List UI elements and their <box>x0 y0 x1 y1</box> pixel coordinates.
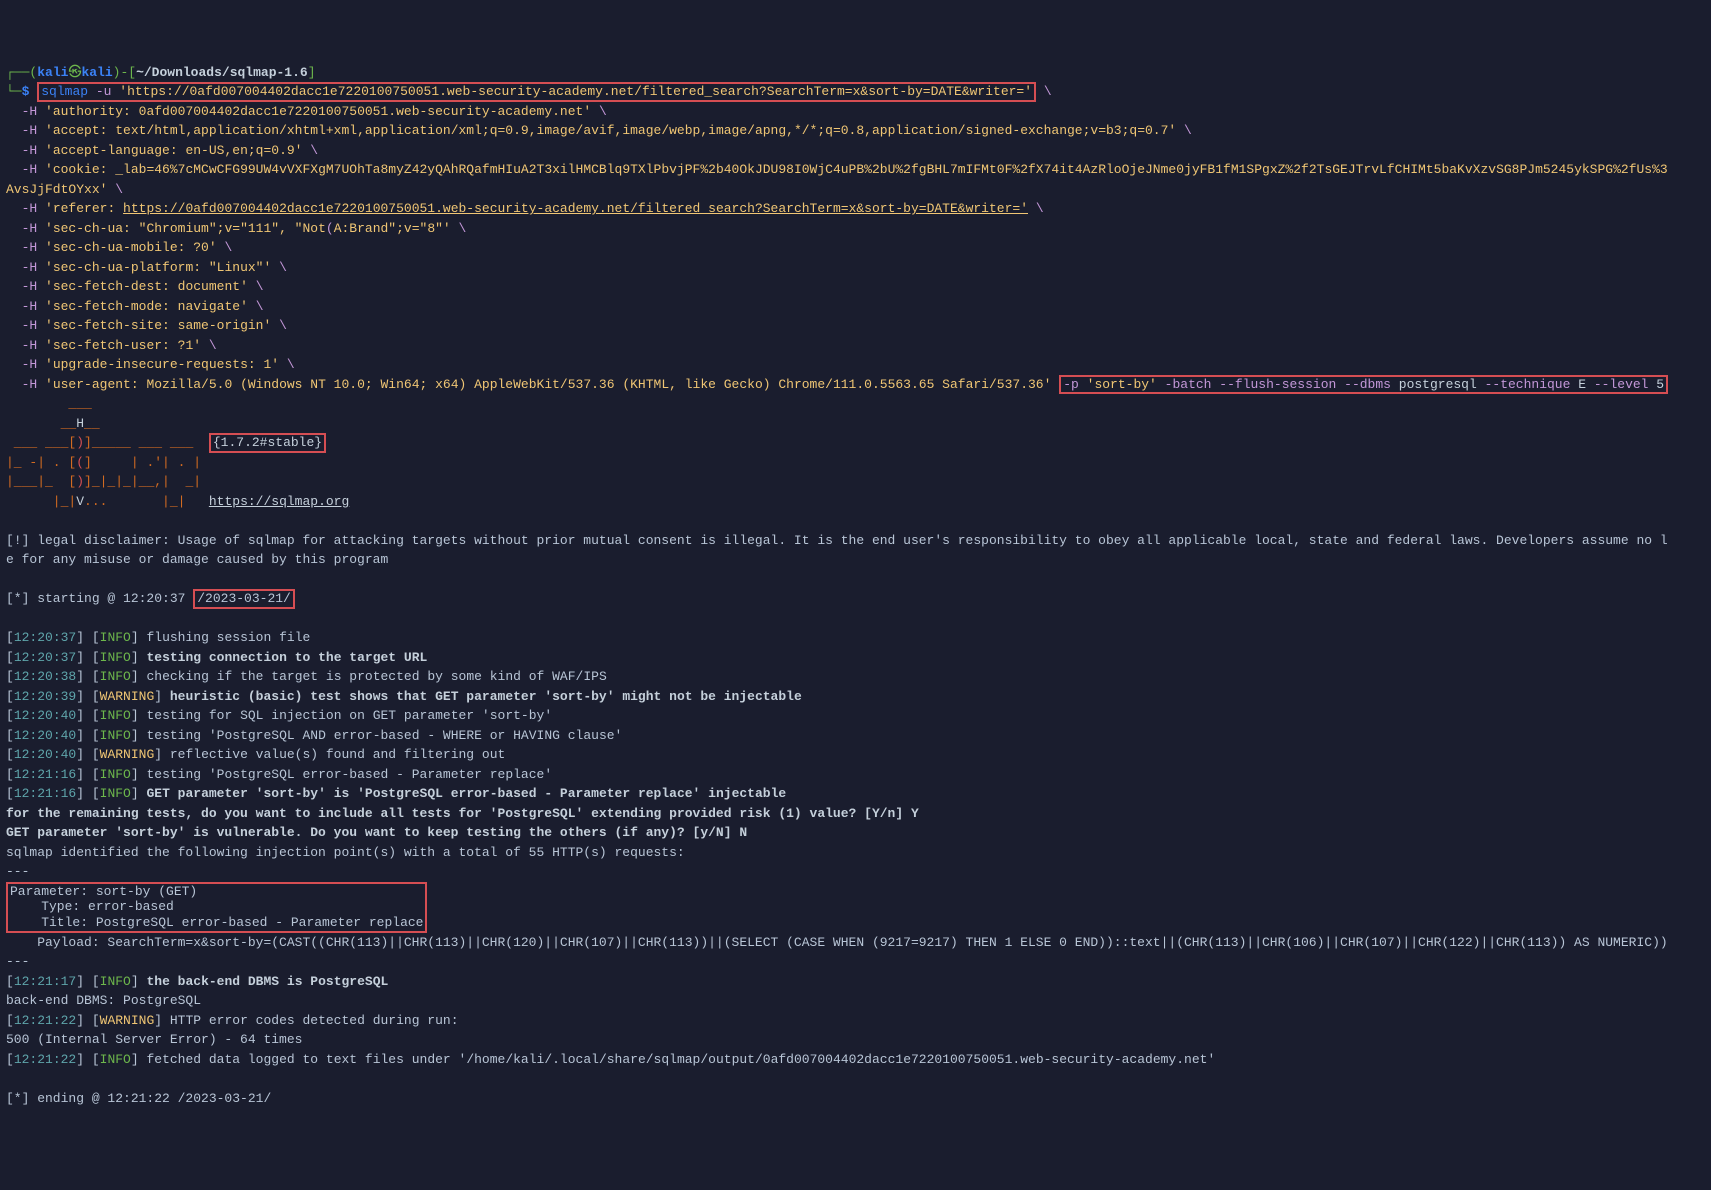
prompt-line2: └─$ <box>6 84 29 99</box>
starting-line: [*] starting @ 12:20:37 /2023-03-21/ <box>6 591 295 606</box>
version-box: {1.7.2#stable} <box>209 433 326 453</box>
prompt-keep-testing: GET parameter 'sort-by' is vulnerable. D… <box>6 825 747 840</box>
post-log-output: [12:21:17] [INFO] the back-end DBMS is P… <box>6 974 388 989</box>
identified-points: sqlmap identified the following injectio… <box>6 845 685 860</box>
ending-line: [*] ending @ 12:21:22 /2023-03-21/ <box>6 1091 271 1106</box>
warn-block: [12:21:22] [WARNING] HTTP error codes de… <box>6 1013 459 1028</box>
legal-disclaimer: [!] legal disclaimer: Usage of sqlmap fo… <box>6 533 1668 568</box>
terminal[interactable]: ┌──(kali㉿kali)-[~/Downloads/sqlmap-1.6] … <box>0 59 1711 1113</box>
sqlmap-url[interactable]: https://sqlmap.org <box>209 494 349 509</box>
error-500-line: 500 (Internal Server Error) - 64 times <box>6 1032 302 1047</box>
backend-dbms: back-end DBMS: PostgreSQL <box>6 993 201 1008</box>
sqlmap-ascii-banner: ___ __H__ ___ ___[)]_____ ___ ___ {1.7.2… <box>6 396 349 509</box>
prompt-line1: ┌──(kali㉿kali)-[~/Downloads/sqlmap-1.6] <box>6 65 316 80</box>
log-output: [12:20:37] [INFO] flushing session file … <box>6 630 802 801</box>
dash-separator: --- <box>6 954 29 969</box>
start-date-box: /2023-03-21/ <box>193 589 295 609</box>
dash-separator: --- <box>6 864 29 879</box>
prompt-remaining-tests: for the remaining tests, do you want to … <box>6 806 919 821</box>
injection-details-box: Parameter: sort-by (GET) Type: error-bas… <box>6 882 427 933</box>
sqlmap-options-box: -p 'sort-by' -batch --flush-session --db… <box>1059 375 1668 395</box>
payload-line: Payload: SearchTerm=x&sort-by=(CAST((CHR… <box>6 935 1668 950</box>
sqlmap-command-box: sqlmap -u 'https://0afd007004402dacc1e72… <box>37 82 1036 102</box>
fetched-block: [12:21:22] [INFO] fetched data logged to… <box>6 1052 1215 1067</box>
